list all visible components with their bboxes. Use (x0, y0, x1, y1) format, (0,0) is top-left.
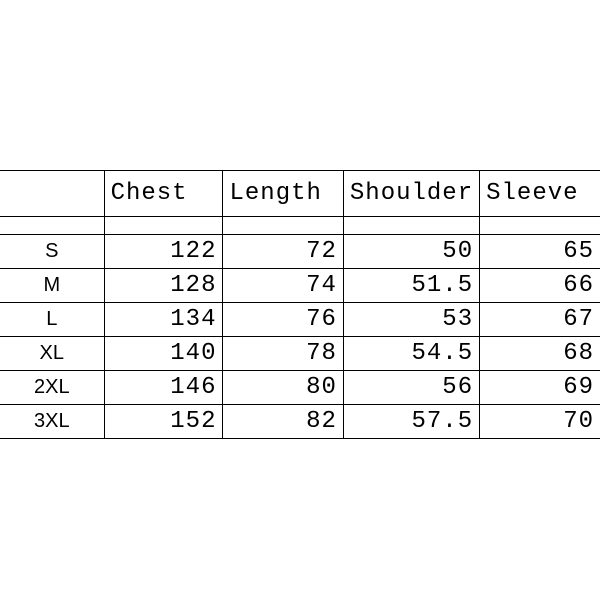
table-header-row: Chest Length Shoulder Sleeve (0, 171, 600, 217)
cell-size: L (0, 303, 104, 337)
header-blank (0, 171, 104, 217)
header-shoulder: Shoulder (343, 171, 479, 217)
cell-sleeve: 67 (480, 303, 600, 337)
header-chest: Chest (104, 171, 223, 217)
table-row: S 122 72 50 65 (0, 235, 600, 269)
cell-chest: 122 (104, 235, 223, 269)
size-chart-table: Chest Length Shoulder Sleeve S 122 72 50… (0, 170, 600, 439)
cell-shoulder: 50 (343, 235, 479, 269)
cell-shoulder: 51.5 (343, 269, 479, 303)
cell-length: 74 (223, 269, 343, 303)
cell-size: S (0, 235, 104, 269)
table-row: L 134 76 53 67 (0, 303, 600, 337)
cell-sleeve: 68 (480, 337, 600, 371)
cell-sleeve: 66 (480, 269, 600, 303)
cell-shoulder: 53 (343, 303, 479, 337)
table-row: 2XL 146 80 56 69 (0, 371, 600, 405)
cell-sleeve: 65 (480, 235, 600, 269)
cell-size: 2XL (0, 371, 104, 405)
cell-size: M (0, 269, 104, 303)
cell-length: 78 (223, 337, 343, 371)
cell-length: 72 (223, 235, 343, 269)
cell-size: XL (0, 337, 104, 371)
header-length: Length (223, 171, 343, 217)
cell-length: 76 (223, 303, 343, 337)
cell-length: 80 (223, 371, 343, 405)
cell-shoulder: 54.5 (343, 337, 479, 371)
cell-sleeve: 69 (480, 371, 600, 405)
cell-sleeve: 70 (480, 405, 600, 439)
header-sleeve: Sleeve (480, 171, 600, 217)
cell-shoulder: 57.5 (343, 405, 479, 439)
cell-chest: 152 (104, 405, 223, 439)
table-row: 3XL 152 82 57.5 70 (0, 405, 600, 439)
table: Chest Length Shoulder Sleeve S 122 72 50… (0, 170, 600, 439)
cell-shoulder: 56 (343, 371, 479, 405)
table-spacer-row (0, 217, 600, 235)
cell-length: 82 (223, 405, 343, 439)
table-row: M 128 74 51.5 66 (0, 269, 600, 303)
cell-size: 3XL (0, 405, 104, 439)
table-row: XL 140 78 54.5 68 (0, 337, 600, 371)
cell-chest: 146 (104, 371, 223, 405)
cell-chest: 134 (104, 303, 223, 337)
cell-chest: 140 (104, 337, 223, 371)
cell-chest: 128 (104, 269, 223, 303)
